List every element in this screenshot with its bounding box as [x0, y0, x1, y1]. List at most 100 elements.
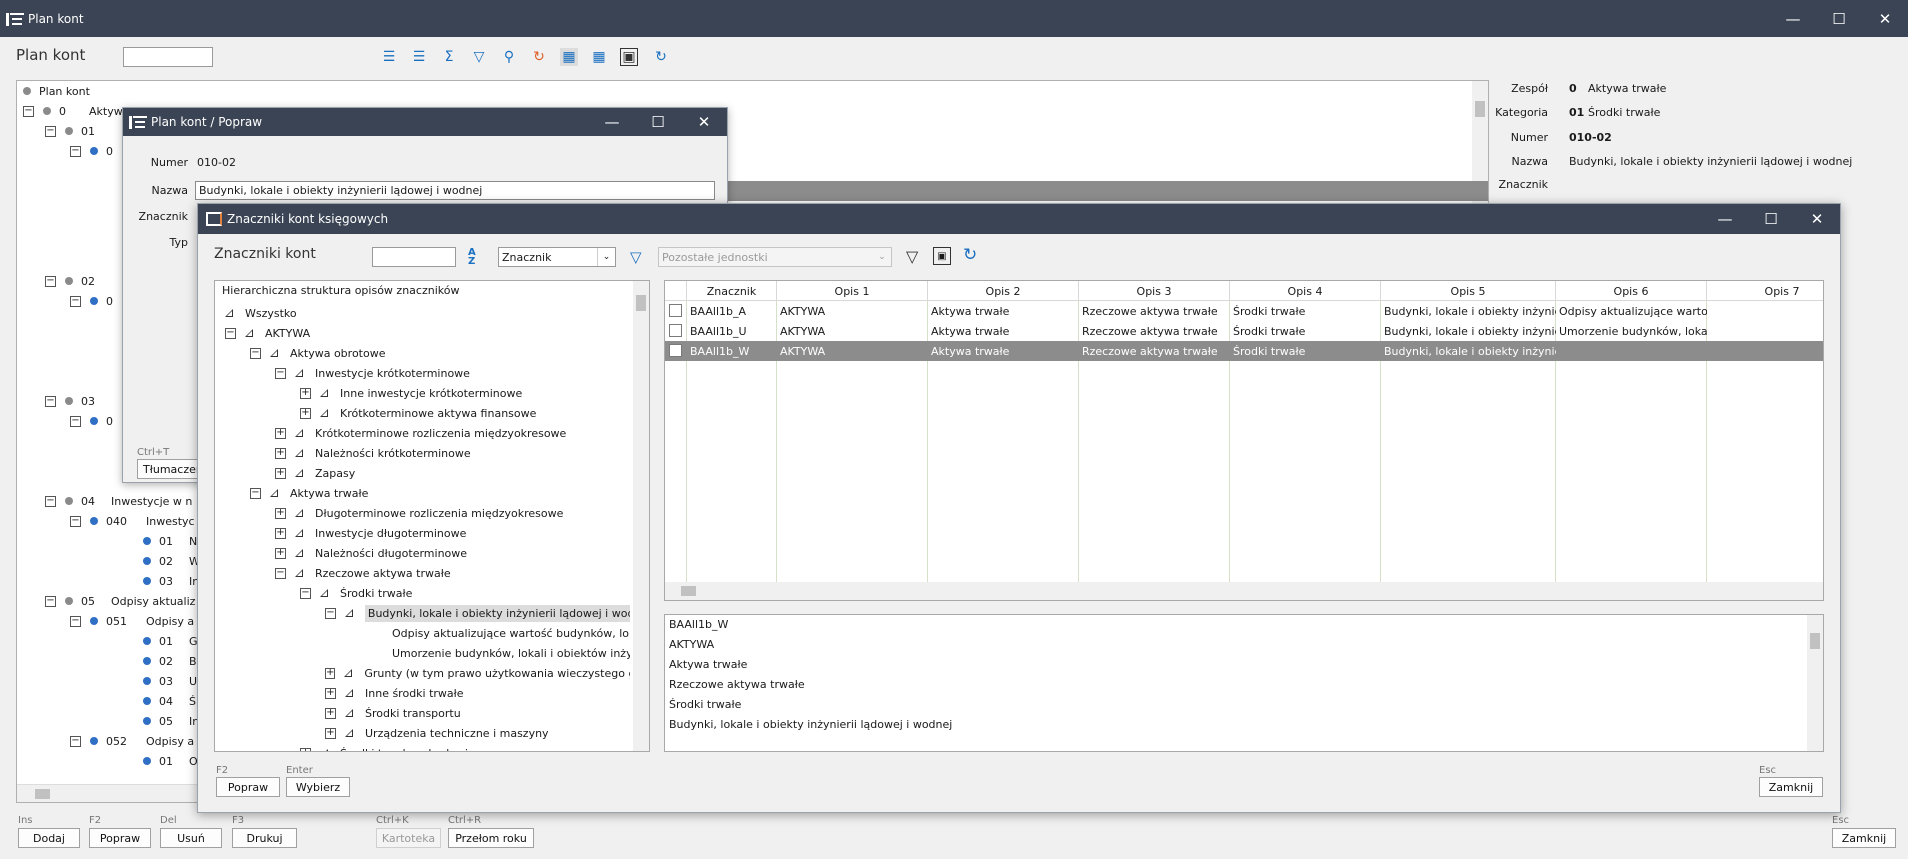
row-checkbox[interactable]	[669, 304, 682, 317]
expand-collapse-icon[interactable]: −	[23, 105, 34, 117]
expand-collapse-icon[interactable]: −	[70, 145, 81, 157]
preview-scrollbar[interactable]	[1807, 615, 1823, 751]
tags-search-input[interactable]	[372, 247, 456, 267]
grid-column-header[interactable]: Opis 4	[1230, 281, 1381, 301]
expand-collapse-icon[interactable]: −	[45, 495, 56, 507]
expand-icon[interactable]: +	[300, 387, 311, 399]
expand-icon[interactable]: +	[300, 407, 311, 419]
collapse-icon[interactable]: −	[300, 587, 311, 599]
tree-collapse-icon[interactable]: ☰	[410, 48, 428, 66]
row-checkbox[interactable]	[669, 344, 682, 357]
units-filter-icon[interactable]: ▽	[630, 248, 642, 266]
expand-icon[interactable]: +	[275, 507, 286, 519]
expand-icon[interactable]: +	[300, 747, 311, 751]
expand-icon[interactable]: +	[325, 687, 336, 699]
tag-tree-row[interactable]: + Inne inwestycje krótkoterminowe	[300, 383, 522, 403]
tag-tree-row[interactable]: + Krótkoterminowe rozliczenia międzyokres…	[275, 423, 566, 443]
main-tree-row[interactable]: − 0 Aktyw	[23, 101, 123, 121]
tag-tree-row[interactable]: − Rzeczowe aktywa trwałe	[275, 563, 451, 583]
filter-icon[interactable]: ▽	[906, 247, 918, 266]
tags-minimize-icon[interactable]: —	[1702, 204, 1748, 234]
main-tree-row[interactable]: − 04 Inwestycje w n	[45, 491, 192, 511]
main-tree-row[interactable]: − 05 Odpisy aktualiz	[45, 591, 195, 611]
panel-toggle-icon[interactable]: ▣	[933, 247, 951, 265]
zamknij-main-button[interactable]: Zamknij	[1832, 828, 1896, 848]
tag-tree-row[interactable]: + Inwestycje długoterminowe	[275, 523, 466, 543]
tags-zamknij-button[interactable]: Zamknij	[1759, 777, 1823, 797]
przelom-roku-button[interactable]: Przełom roku	[448, 828, 534, 848]
tree-filter-icon[interactable]: ▽	[470, 48, 488, 66]
grid-column-header[interactable]: Opis 2	[928, 281, 1079, 301]
tag-tree-row[interactable]: + Urządzenia techniczne i maszyny	[325, 723, 549, 743]
expand-icon[interactable]: +	[275, 447, 286, 459]
tags-maximize-icon[interactable]: ☐	[1748, 204, 1794, 234]
collapse-icon[interactable]: −	[275, 567, 286, 579]
expand-collapse-icon[interactable]: −	[45, 395, 56, 407]
edit-nazwa-field[interactable]: Budynki, lokale i obiekty inżynierii ląd…	[195, 181, 715, 200]
collapse-icon[interactable]: −	[325, 607, 336, 619]
expand-collapse-icon[interactable]: −	[70, 615, 81, 627]
grid-row[interactable]: BAAll1b_A AKTYWA Aktywa trwałe Rzeczowe akt…	[665, 301, 1823, 321]
grid-column-header[interactable]: Znacznik	[687, 281, 777, 301]
main-tree-row[interactable]: − 03	[45, 391, 111, 411]
tags-tree-scrollbar[interactable]	[633, 281, 649, 751]
grid-column-header[interactable]: Opis 1	[777, 281, 928, 301]
tag-tree-row[interactable]: + Inne środki trwałe	[325, 683, 464, 703]
tag-tree-row[interactable]: − AKTYWA	[225, 323, 310, 343]
tags-wybierz-button[interactable]: Wybierz	[286, 777, 350, 797]
panel-icon[interactable]: ▣	[620, 48, 638, 66]
edit-maximize-icon[interactable]: ☐	[635, 108, 681, 136]
expand-collapse-icon[interactable]: −	[45, 595, 56, 607]
refresh-icon[interactable]: ↻	[652, 48, 670, 66]
tag-tree-row[interactable]: + Należności krótkoterminowe	[275, 443, 471, 463]
collapse-icon[interactable]: −	[250, 487, 261, 499]
minimize-icon[interactable]: —	[1770, 0, 1816, 37]
tag-tree-row[interactable]: − Inwestycje krótkoterminowe	[275, 363, 470, 383]
expand-collapse-icon[interactable]: −	[45, 275, 56, 287]
expand-collapse-icon[interactable]: −	[70, 295, 81, 307]
expand-collapse-icon[interactable]: −	[70, 735, 81, 747]
main-tree-row[interactable]: − 040 Inwestyc	[70, 511, 195, 531]
tag-list-icon[interactable]: ▦	[590, 48, 608, 66]
expand-icon[interactable]: +	[325, 667, 336, 679]
grid-row[interactable]: BAAll1b_W AKTYWA Aktywa trwałe Rzeczowe akt…	[665, 341, 1823, 361]
drukuj-button[interactable]: Drukuj	[232, 828, 297, 848]
dodaj-button[interactable]: Dodaj	[18, 828, 80, 848]
expand-icon[interactable]: +	[325, 707, 336, 719]
close-icon[interactable]: ✕	[1862, 0, 1908, 37]
tree-sum-icon[interactable]: Σ	[440, 48, 458, 66]
kartoteka-button[interactable]: Kartoteka	[376, 828, 441, 848]
expand-icon[interactable]: +	[275, 467, 286, 479]
expand-collapse-icon[interactable]: −	[70, 515, 81, 527]
tag-tree-row[interactable]: − Środki trwałe	[300, 583, 412, 603]
grid-hscrollbar[interactable]	[665, 582, 1823, 600]
tags-popraw-button[interactable]: Popraw	[216, 777, 280, 797]
main-tree-row[interactable]: − 052 Odpisy a	[70, 731, 194, 751]
maximize-icon[interactable]: ☐	[1816, 0, 1862, 37]
main-tree-row[interactable]: − 051 Odpisy a	[70, 611, 194, 631]
tree-expand-icon[interactable]: ☰	[380, 48, 398, 66]
expand-collapse-icon[interactable]: −	[70, 415, 81, 427]
tags-refresh-icon[interactable]: ↻	[963, 245, 977, 265]
tag-tree-row[interactable]: − Budynki, lokale i obiekty inżynierii lą…	[325, 603, 630, 623]
expand-icon[interactable]: +	[275, 547, 286, 559]
tag-tree-row[interactable]: + Środki trwałe w budowie	[300, 743, 475, 751]
collapse-icon[interactable]: −	[250, 347, 261, 359]
main-tree-row[interactable]: − 01	[45, 121, 111, 141]
collapse-icon[interactable]: −	[225, 327, 236, 339]
popraw-button[interactable]: Popraw	[89, 828, 151, 848]
tag-tree-row[interactable]: Umorzenie budynków, lokali i obiektów in…	[392, 643, 630, 663]
expand-icon[interactable]: +	[325, 727, 336, 739]
row-checkbox[interactable]	[669, 324, 682, 337]
tag-tree-row[interactable]: + Długoterminowe rozliczenia międzyokreso…	[275, 503, 563, 523]
usun-button[interactable]: Usuń	[160, 828, 222, 848]
sort-select[interactable]: Znacznik ⌄	[498, 247, 616, 267]
tag-tree-row[interactable]: Odpisy aktualizujące wartość budynków, l…	[392, 623, 630, 643]
tag-icon[interactable]: ▦	[560, 48, 578, 66]
sync-icon[interactable]: ↻	[530, 48, 548, 66]
edit-minimize-icon[interactable]: —	[589, 108, 635, 136]
grid-column-header[interactable]: Opis 6	[1556, 281, 1707, 301]
tag-tree-row[interactable]: + Zapasy	[275, 463, 355, 483]
main-tree-row[interactable]: − 02	[45, 271, 111, 291]
tags-close-icon[interactable]: ✕	[1794, 204, 1840, 234]
